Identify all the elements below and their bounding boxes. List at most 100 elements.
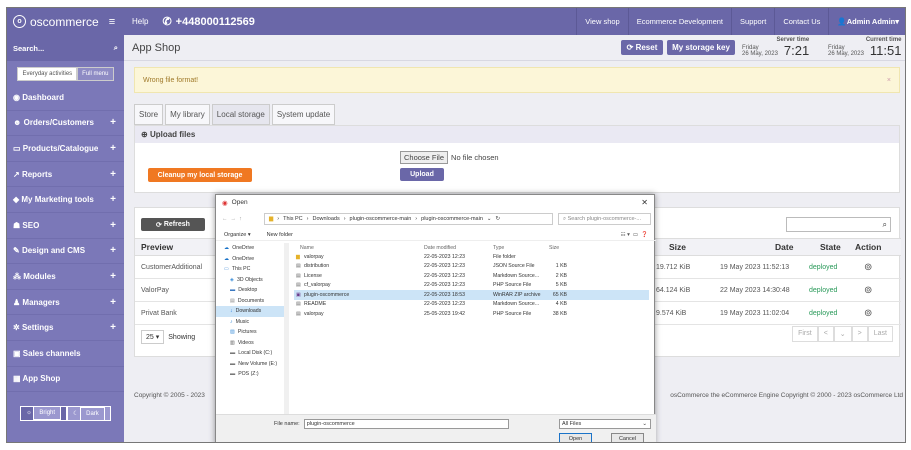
expand-icon[interactable]: +: [110, 271, 116, 282]
action-icon[interactable]: ⊚: [864, 257, 872, 278]
nav-arrows-icon[interactable]: ← → ↑: [222, 216, 242, 222]
sidebar-item-reports[interactable]: ↗ Reports +: [7, 162, 124, 188]
page-next[interactable]: >: [851, 326, 868, 342]
tab-everyday-activities[interactable]: Everyday activities: [17, 67, 78, 81]
col-modified[interactable]: Date modified: [424, 243, 456, 252]
expand-icon[interactable]: +: [110, 220, 116, 231]
cancel-button[interactable]: Cancel: [611, 433, 644, 442]
file-row[interactable]: ▤ cf_valorpay 22-05-2023 12:23 PHP Source F…: [294, 281, 649, 291]
file-type-select[interactable]: All Files ⌄: [559, 419, 651, 429]
storage-key-button[interactable]: My storage key: [667, 40, 735, 55]
nav-pane-item[interactable]: ▨ Pictures: [216, 327, 288, 338]
sidebar-item-dashboard[interactable]: ◉ Dashboard: [7, 85, 124, 111]
expand-icon[interactable]: +: [110, 169, 116, 180]
chevron-down-icon[interactable]: ⌄: [487, 216, 492, 222]
nav-pane-item[interactable]: ▭ This PC: [216, 264, 288, 275]
per-page-select[interactable]: 25 ▾: [141, 330, 165, 344]
sidebar-item-settings[interactable]: ✲ Settings +: [7, 315, 124, 341]
col-type[interactable]: Type: [493, 243, 504, 252]
action-icon[interactable]: ⊚: [864, 303, 872, 324]
file-row[interactable]: ▤ distribution 22-05-2023 12:23 JSON Source…: [294, 262, 649, 272]
path-segment[interactable]: plugin-oscommerce-main: [421, 216, 483, 222]
nav-pane-item[interactable]: ▬ POS (Z:): [216, 369, 288, 380]
help-link[interactable]: Help: [132, 17, 148, 26]
path-segment[interactable]: This PC: [283, 216, 303, 222]
file-row[interactable]: ▆ valorpay 22-05-2023 12:23 File folder: [294, 252, 649, 262]
theme-bright-button[interactable]: ☼ Bright: [20, 406, 68, 422]
col-filesize[interactable]: Size: [549, 243, 559, 252]
page-prev[interactable]: <: [817, 326, 834, 342]
file-row[interactable]: ▣ plugin-oscommerce 22-05-2023 18:53 WinRAR…: [294, 290, 649, 300]
dialog-search-input[interactable]: ⌕ Search plugin-oscommerce-...: [558, 213, 651, 225]
new-folder-button[interactable]: New folder: [267, 232, 293, 238]
reset-button[interactable]: ⟳ Reset: [621, 40, 663, 55]
sidebar-item-managers[interactable]: ♟ Managers +: [7, 290, 124, 316]
file-row[interactable]: ▤ valorpay 25-05-2023 19:42 PHP Source File…: [294, 309, 649, 319]
expand-icon[interactable]: +: [110, 194, 116, 205]
sidebar-item-my-marketing-tools[interactable]: ◆ My Marketing tools +: [7, 187, 124, 213]
file-row[interactable]: ▤ README 22-05-2023 12:23 Markdown Source..…: [294, 300, 649, 310]
tab-local-storage[interactable]: Local storage: [211, 104, 270, 125]
sidebar-item-orders-customers[interactable]: ☻ Orders/Customers +: [7, 111, 124, 137]
top-link-3[interactable]: Contact Us: [774, 8, 828, 35]
path-segment[interactable]: plugin-oscommerce-main: [350, 216, 412, 222]
help-icon[interactable]: ❓: [641, 232, 648, 238]
open-button[interactable]: Open: [559, 433, 592, 442]
nav-pane-item[interactable]: ◈ 3D Objects: [216, 275, 288, 286]
expand-icon[interactable]: +: [110, 143, 116, 154]
path-box[interactable]: ▆ › This PC › Downloads › plugin-oscommerce-m…: [264, 213, 553, 225]
tab-system-update[interactable]: System update: [271, 104, 336, 125]
brand-logo[interactable]: o oscommerce ≡: [7, 8, 124, 35]
expand-icon[interactable]: +: [110, 297, 116, 308]
sidebar-item-sales-channels[interactable]: ▣ Sales channels: [7, 341, 124, 367]
page-down[interactable]: ⌄: [833, 326, 852, 342]
tab-my-library[interactable]: My library: [165, 104, 210, 125]
nav-scrollbar[interactable]: [284, 243, 289, 415]
nav-pane-item[interactable]: ↓ Downloads: [216, 306, 288, 317]
path-segment[interactable]: Downloads: [312, 216, 339, 222]
search-icon[interactable]: ⌕: [114, 43, 118, 53]
tab-full-menu[interactable]: Full menu: [77, 67, 114, 81]
top-link-4[interactable]: 👤 Admin Admin ▾: [828, 8, 905, 35]
sidebar-item-modules[interactable]: ⁂ Modules +: [7, 264, 124, 290]
view-options-icon[interactable]: ☷ ▾ ▭ ❓: [621, 232, 648, 238]
expand-icon[interactable]: +: [110, 322, 116, 333]
refresh-icon[interactable]: ↻: [496, 216, 501, 222]
col-name[interactable]: Name: [300, 243, 314, 252]
sidebar-item-app-shop[interactable]: ▦ App Shop: [7, 367, 124, 393]
nav-pane-item[interactable]: ▬ New Volume (E:): [216, 359, 288, 370]
top-link-0[interactable]: View shop: [576, 8, 627, 35]
page-last[interactable]: Last: [867, 326, 893, 342]
refresh-button[interactable]: ⟳ Refresh: [141, 218, 205, 231]
top-link-2[interactable]: Support: [731, 8, 774, 35]
file-row[interactable]: ▤ License 22-05-2023 12:23 Markdown Source.…: [294, 271, 649, 281]
close-icon[interactable]: ×: [887, 77, 891, 84]
hamburger-icon[interactable]: ≡: [109, 16, 115, 28]
theme-dark-button[interactable]: ☾ Dark: [67, 406, 111, 422]
list-search-input[interactable]: ⌕: [786, 217, 891, 232]
top-link-1[interactable]: Ecommerce Development: [627, 8, 731, 35]
page-first[interactable]: First: [792, 326, 818, 342]
nav-pane-item[interactable]: ▬ Desktop: [216, 285, 288, 296]
close-icon[interactable]: ✕: [641, 198, 648, 207]
file-name-input[interactable]: plugin-oscommerce: [303, 419, 509, 429]
nav-pane-item[interactable]: ▬ Local Disk (C:): [216, 348, 288, 359]
expand-icon[interactable]: +: [110, 245, 116, 256]
nav-pane-item[interactable]: ☁ OneDrive: [216, 254, 288, 265]
tab-store[interactable]: Store: [134, 104, 164, 125]
organize-button[interactable]: Organize ▾: [224, 232, 251, 238]
sidebar-item-seo[interactable]: ☗ SEO +: [7, 213, 124, 239]
sidebar-item-products-catalogue[interactable]: ▭ Products/Catalogue +: [7, 136, 124, 162]
sidebar-item-design-and-cms[interactable]: ✎ Design and CMS +: [7, 239, 124, 265]
expand-icon[interactable]: +: [110, 117, 116, 128]
nav-pane-item[interactable]: ☁ OneDrive: [216, 243, 288, 254]
nav-pane-item[interactable]: ▥ Videos: [216, 338, 288, 349]
action-icon[interactable]: ⊚: [864, 280, 872, 301]
sidebar-search[interactable]: Search... ⌕: [7, 35, 124, 61]
search-input[interactable]: Search...: [13, 44, 44, 53]
nav-pane-item[interactable]: ♪ Music: [216, 317, 288, 328]
nav-pane-item[interactable]: ▤ Documents: [216, 296, 288, 307]
choose-file-button[interactable]: Choose File: [400, 151, 449, 164]
search-icon[interactable]: ⌕: [883, 220, 887, 230]
upload-button[interactable]: Upload: [400, 168, 444, 181]
